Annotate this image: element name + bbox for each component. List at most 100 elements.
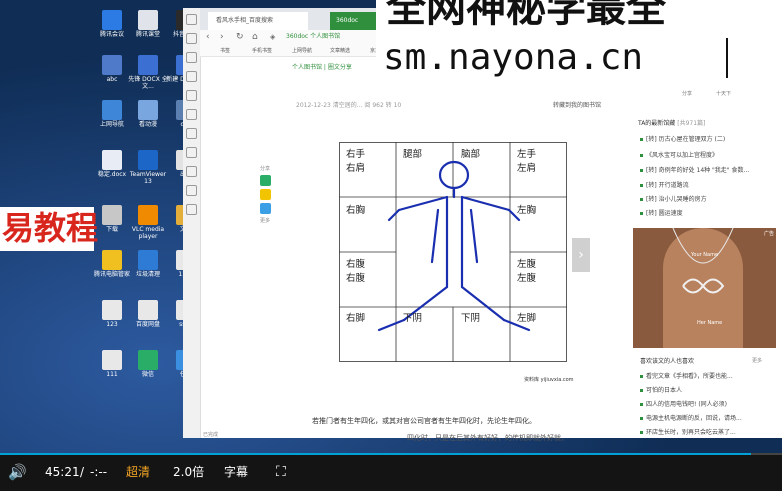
app-icon[interactable] [102, 300, 122, 320]
desktop-icon[interactable]: 稳定.docx [92, 150, 132, 178]
desktop-icon[interactable]: 111 [92, 350, 132, 378]
rec-item-text[interactable]: 环店生长时，别再只会吃云蒸了... [646, 429, 736, 436]
ta-item-text[interactable]: 《风水宝可以加上宫程度》 [646, 152, 718, 159]
desktop-icon[interactable]: 百度网盘 [128, 300, 168, 328]
advertisement-image[interactable]: 广告 Your Name Her Name [633, 228, 776, 348]
app-icon[interactable] [102, 150, 122, 170]
ta-item[interactable]: [转] 开行道路流 [640, 180, 689, 189]
ta-item-text[interactable]: [转] 历古心屋在管理双方 (二) [646, 136, 725, 143]
ta-item[interactable]: [转] 历古心屋在管理双方 (二) [640, 134, 725, 143]
desktop-icon[interactable]: 垃圾清理 [128, 250, 168, 278]
speed-button[interactable]: 2.0倍 [173, 455, 204, 489]
ta-item-text[interactable]: [转] 奇例年的好处 14种 "我走" 食数... [646, 167, 749, 174]
chat-icon[interactable] [186, 166, 197, 177]
desktop-icon[interactable]: VLC media player [128, 205, 168, 240]
qq-icon[interactable] [259, 203, 271, 214]
subtitle-button[interactable]: 字幕 [224, 455, 248, 489]
browser-tab[interactable]: 看风水手相_百度搜索 [208, 12, 308, 30]
refresh-icon[interactable]: ↻ [236, 30, 244, 44]
article-paragraph-2: 四化时，只是在后其外有好好，的传机即就外好就， [407, 434, 568, 442]
ta-item[interactable]: [转] 圆运速度 [640, 208, 683, 217]
share-link[interactable]: 分享 [682, 90, 692, 97]
wechat-icon[interactable] [259, 175, 271, 186]
desktop-icon[interactable]: 腾讯电脑管家 [92, 250, 132, 278]
cart-icon[interactable] [186, 204, 197, 215]
app-icon[interactable] [138, 55, 158, 75]
desktop-icon[interactable]: 看动漫 [128, 100, 168, 128]
rec-more-link[interactable]: 更多 [752, 357, 762, 364]
ta-item-text[interactable]: [转] 治小儿哭睡的房方 [646, 196, 707, 203]
app-icon[interactable] [102, 100, 122, 120]
rec-item[interactable]: 可怕的日本人 [640, 385, 682, 394]
app-icon[interactable] [138, 10, 158, 30]
site-header[interactable]: 个人图书馆 | 圈文分享 [292, 62, 352, 71]
bookmark-item[interactable]: 上网导航 [292, 47, 312, 54]
desktop-icon[interactable]: abc [92, 55, 132, 83]
rec-item[interactable]: 看完文章《手相看》，所要也能... [640, 371, 733, 380]
app-icon[interactable] [102, 250, 122, 270]
bookmark-item[interactable]: 文章精选 [330, 47, 350, 54]
rec-item-text[interactable]: 可怕的日本人 [646, 387, 682, 394]
desktop-icon-label: 看动漫 [138, 121, 157, 128]
share-link[interactable]: 十天下 [716, 90, 731, 97]
app-icon[interactable] [138, 300, 158, 320]
url-field[interactable]: 360doc 个人图书馆 [286, 32, 376, 42]
desktop-icon[interactable]: 先锋 DOCX 全文... [128, 55, 168, 90]
rec-item[interactable]: 四人的信用电钱吧! (同人必须) [640, 399, 727, 408]
ta-item[interactable]: [转] 奇例年的好处 14种 "我走" 食数... [640, 165, 749, 174]
star-icon[interactable] [186, 52, 197, 63]
shop-icon[interactable] [186, 147, 197, 158]
bookmark-item[interactable]: 书签 [220, 47, 230, 54]
ta-item[interactable]: [转] 治小儿哭睡的房方 [640, 194, 707, 203]
notes-icon[interactable] [186, 90, 197, 101]
rec-item[interactable]: 电源主机电源断的反，回说，请场... [640, 413, 742, 422]
share-more[interactable]: 更多 [256, 217, 274, 224]
desktop-icon[interactable]: 腾讯课堂 [128, 10, 168, 38]
qzone-icon[interactable] [259, 189, 271, 200]
app-icon[interactable] [102, 350, 122, 370]
cell-lower-left: 下阴 [461, 312, 480, 326]
app-icon[interactable] [138, 250, 158, 270]
save-to-library-button[interactable]: 转藏到我的图书馆 [553, 100, 601, 109]
mail-icon[interactable] [186, 185, 197, 196]
history-icon[interactable] [186, 33, 197, 44]
desktop-icon-label: TeamViewer 13 [129, 171, 167, 185]
forward-icon[interactable]: › [220, 30, 224, 44]
back-icon[interactable]: ‹ [206, 30, 210, 44]
app-icon[interactable] [138, 150, 158, 170]
banner-text: 易教程 [2, 209, 99, 247]
watermark-title: 全网神秘学最全 [386, 0, 666, 31]
app-icon[interactable] [102, 10, 122, 30]
app-icon[interactable] [138, 100, 158, 120]
app-icon[interactable] [138, 205, 158, 225]
volume-icon[interactable]: 🔊 [8, 455, 27, 489]
next-arrow-icon[interactable]: › [572, 238, 590, 272]
browser-tab-active[interactable]: 360doc [330, 12, 380, 30]
ta-item-text[interactable]: [转] 开行道路流 [646, 182, 689, 189]
desktop-icon[interactable]: 123 [92, 300, 132, 328]
bookmark-item[interactable]: 手机书签 [252, 47, 272, 54]
app-icon[interactable] [138, 350, 158, 370]
rec-item-text[interactable]: 四人的信用电钱吧! (同人必须) [646, 401, 727, 408]
desktop-icon[interactable]: 上网导航 [92, 100, 132, 128]
desktop-icon[interactable]: TeamViewer 13 [128, 150, 168, 185]
game-icon[interactable] [186, 128, 197, 139]
cell-label: 下阴 [403, 313, 423, 324]
fullscreen-icon[interactable]: ⛶ [276, 455, 286, 489]
video-icon[interactable] [186, 109, 197, 120]
home-icon[interactable]: ⌂ [252, 30, 258, 44]
rec-item-text[interactable]: 看完文章《手相看》，所要也能... [646, 373, 733, 380]
ta-collection-heading: TA的最新馆藏 [共971篇] [638, 118, 705, 127]
app-icon[interactable] [102, 205, 122, 225]
quality-button[interactable]: 超清 [126, 455, 150, 489]
favorites-icon[interactable] [186, 14, 197, 25]
download-icon[interactable] [186, 71, 197, 82]
rec-item-text[interactable]: 电源主机电源断的反，回说，请场... [646, 415, 742, 422]
app-icon[interactable] [102, 55, 122, 75]
ta-item-text[interactable]: [转] 圆运速度 [646, 210, 683, 217]
cell-label: 脑部 [461, 149, 481, 160]
desktop-icon[interactable]: 微信 [128, 350, 168, 378]
ta-item[interactable]: 《风水宝可以加上宫程度》 [640, 150, 718, 159]
desktop-icon[interactable]: 腾讯会议 [92, 10, 132, 38]
rec-item[interactable]: 环店生长时，别再只会吃云蒸了... [640, 427, 736, 436]
